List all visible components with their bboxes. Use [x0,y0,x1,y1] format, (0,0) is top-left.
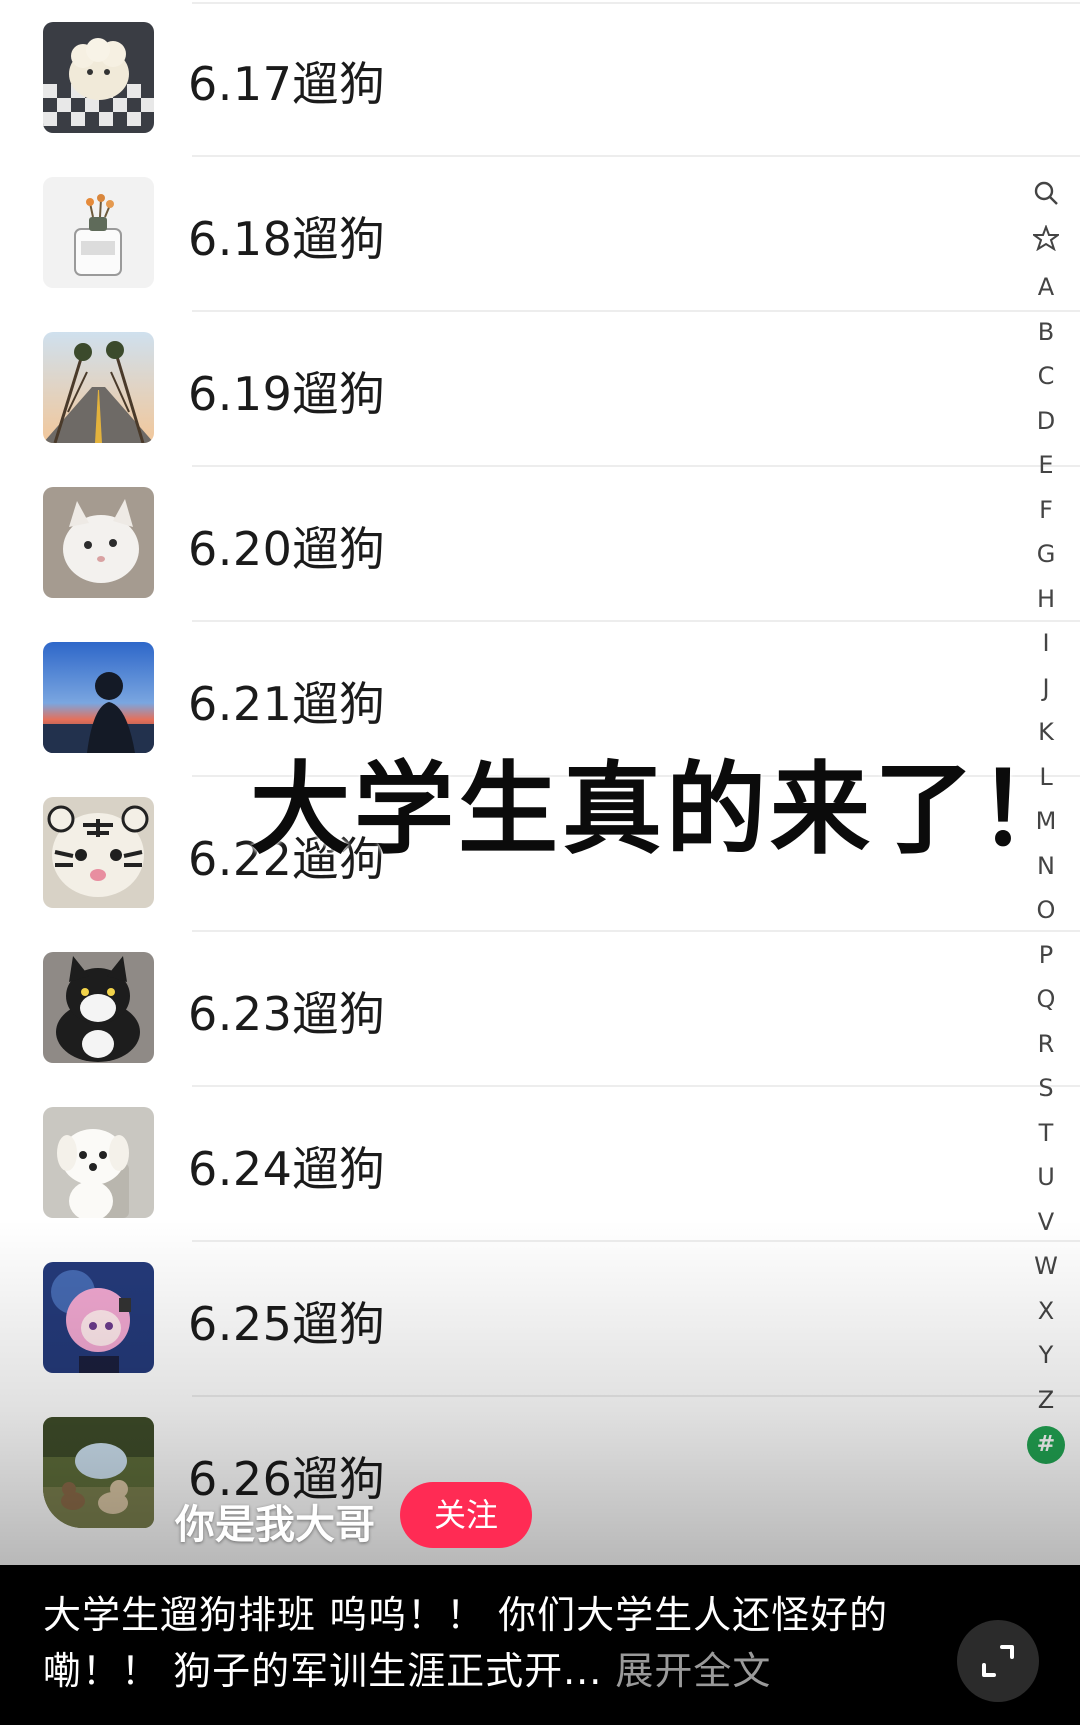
index-letter-o[interactable]: O [1022,888,1070,933]
divider [192,1240,1080,1242]
white-cat-avatar-icon [43,487,154,598]
anime-girl-avatar-icon [43,1262,154,1373]
white-dog-avatar-icon [43,1107,154,1218]
divider [192,465,1080,467]
caption-bar: 大学生遛狗排班 呜呜！！ 你们大学生人还怪好的嘞！！ 狗子的军训生涯正式开...… [0,1565,1080,1725]
contact-name: 6.25遛狗 [188,1297,386,1351]
index-letter-u[interactable]: U [1022,1155,1070,1200]
expand-full-text-link[interactable]: 展开全文 [615,1649,771,1693]
index-letter-f[interactable]: F [1022,488,1070,533]
index-letter-r[interactable]: R [1022,1022,1070,1067]
contact-name: 6.20遛狗 [188,522,386,576]
author-name[interactable]: 你是我大哥 [175,1492,375,1550]
contact-name: 6.23遛狗 [188,987,386,1041]
plush-sheep-avatar-icon [43,22,154,133]
divider [192,155,1080,157]
contact-name: 6.18遛狗 [188,212,386,266]
fullscreen-button[interactable] [957,1620,1039,1702]
black-cat-plush-avatar-icon [43,952,154,1063]
index-letter-c[interactable]: C [1022,354,1070,399]
index-letter-z[interactable]: Z [1022,1378,1070,1423]
fullscreen-icon [982,1645,1014,1677]
divider [192,620,1080,622]
index-letter-j[interactable]: J [1022,666,1070,711]
follow-button[interactable]: 关注 [400,1482,532,1548]
list-item[interactable]: 6.19遛狗 [0,310,1080,465]
list-item[interactable]: 6.23遛狗 [0,930,1080,1085]
candle-jar-avatar-icon [43,177,154,288]
star-icon[interactable] [1022,221,1070,266]
divider [192,1085,1080,1087]
sunset-silhouette-avatar-icon [43,642,154,753]
contact-name: 6.21遛狗 [188,677,386,731]
index-letter-q[interactable]: Q [1022,977,1070,1022]
palm-road-avatar-icon [43,332,154,443]
index-letter-b[interactable]: B [1022,310,1070,355]
index-letter-s[interactable]: S [1022,1066,1070,1111]
list-item[interactable]: 6.20遛狗 [0,465,1080,620]
index-letter-i[interactable]: I [1022,621,1070,666]
list-item[interactable]: 6.25遛狗 [0,1240,1080,1395]
divider [192,1395,1080,1397]
list-item[interactable]: 6.24遛狗 [0,1085,1080,1240]
index-letter-g[interactable]: G [1022,532,1070,577]
video-caption: 大学生遛狗排班 呜呜！！ 你们大学生人还怪好的嘞！！ 狗子的军训生涯正式开...… [43,1587,913,1699]
index-letter-a[interactable]: A [1022,265,1070,310]
contact-name: 6.24遛狗 [188,1142,386,1196]
list-item[interactable]: 6.18遛狗 [0,155,1080,310]
index-letter-v[interactable]: V [1022,1200,1070,1245]
index-letter-w[interactable]: W [1022,1244,1070,1289]
index-hash-badge[interactable]: # [1027,1426,1065,1464]
index-letter-h[interactable]: H [1022,577,1070,622]
index-letter-y[interactable]: Y [1022,1333,1070,1378]
dogs-garden-avatar-icon [43,1417,154,1528]
index-letter-d[interactable]: D [1022,399,1070,444]
divider [192,310,1080,312]
index-letter-x[interactable]: X [1022,1289,1070,1334]
index-letter-t[interactable]: T [1022,1111,1070,1156]
list-item[interactable]: 6.17遛狗 [0,0,1080,155]
contact-name: 6.19遛狗 [188,367,386,421]
video-overlay-title: 大学生真的来了！ [250,751,1080,868]
tiger-plush-avatar-icon [43,797,154,908]
search-icon[interactable] [1022,176,1070,221]
index-letter-e[interactable]: E [1022,443,1070,488]
divider [192,2,1080,4]
index-letter-p[interactable]: P [1022,933,1070,978]
divider [192,930,1080,932]
contact-name: 6.17遛狗 [188,57,386,111]
